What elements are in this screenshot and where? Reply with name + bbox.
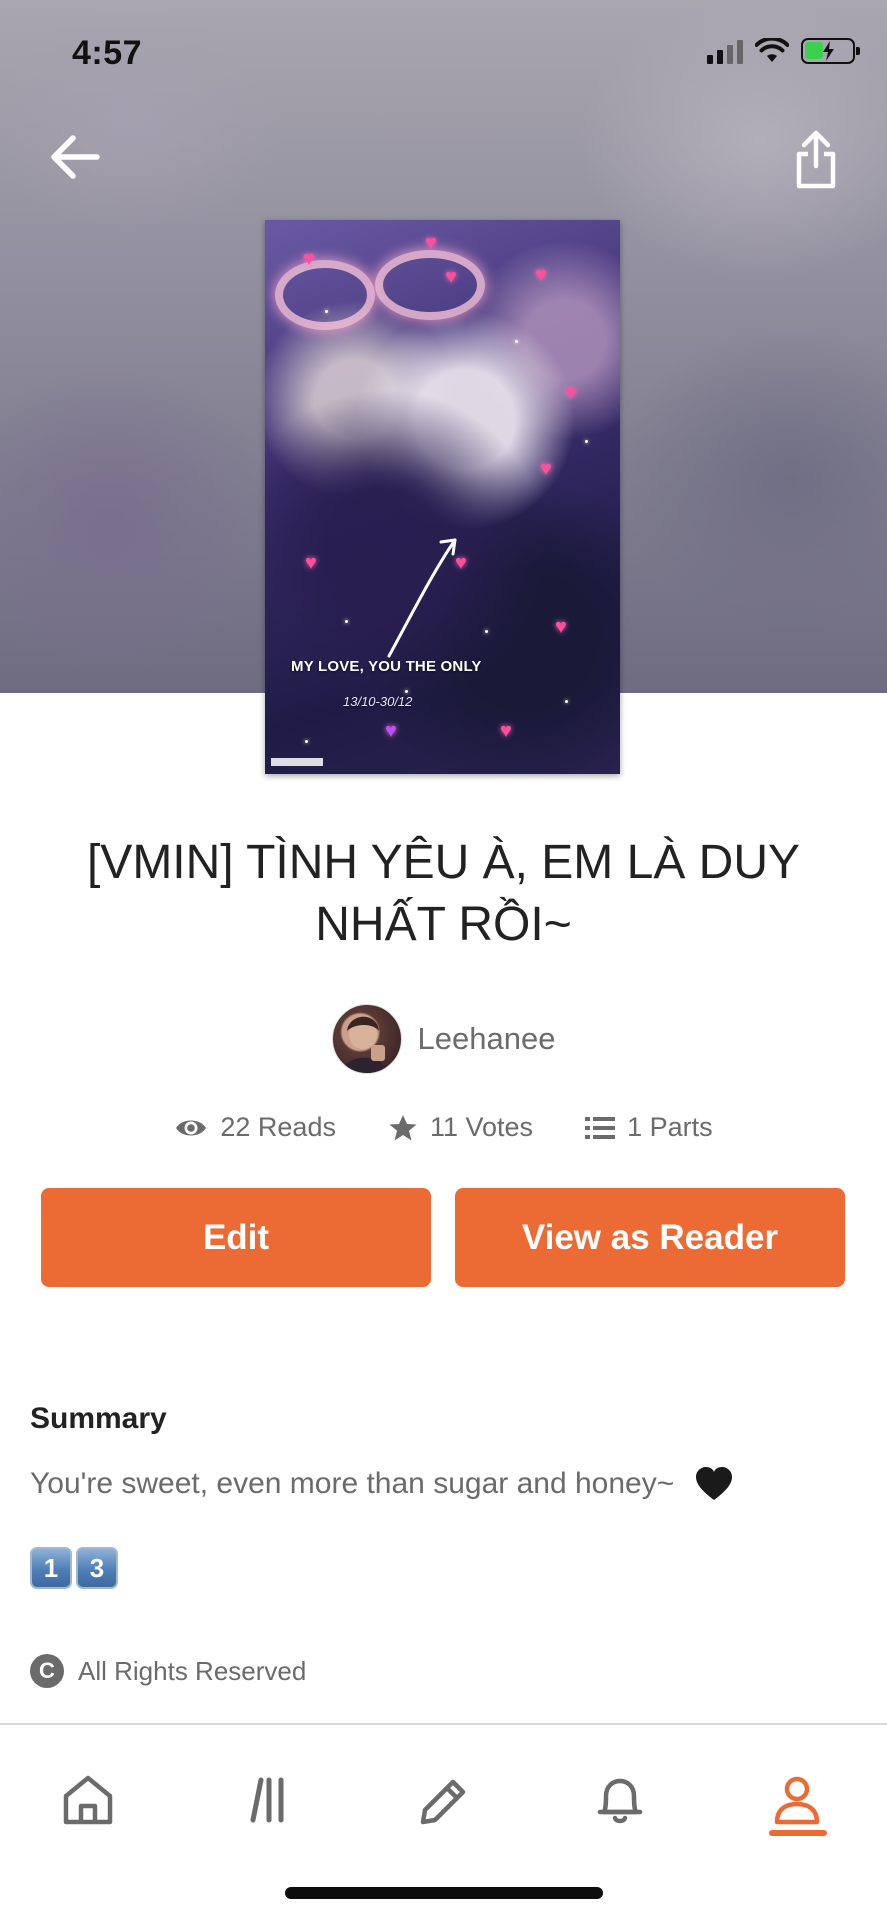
keycap-emojis: 1 3	[30, 1547, 118, 1589]
nav-write[interactable]	[398, 1755, 488, 1845]
summary-text: You're sweet, even more than sugar and h…	[30, 1467, 675, 1500]
cover-watermark	[271, 758, 323, 766]
home-icon	[63, 1775, 113, 1825]
back-button[interactable]	[40, 122, 110, 192]
cover-date: 13/10-30/12	[343, 694, 413, 709]
pencil-icon	[420, 1779, 466, 1825]
person-icon	[774, 1776, 820, 1825]
keycap-1: 1	[30, 1547, 72, 1589]
view-as-reader-button[interactable]: View as Reader	[455, 1188, 845, 1287]
author-row[interactable]: Leehanee	[0, 1004, 887, 1074]
edit-button[interactable]: Edit	[41, 1188, 431, 1287]
author-avatar[interactable]	[331, 1004, 402, 1074]
story-title: [VMIN] TÌNH YÊU À, EM LÀ DUY NHẤT RỒI~	[86, 836, 801, 951]
signal-icon	[707, 38, 743, 64]
votes-stat: 11 Votes	[388, 1112, 533, 1143]
reads-count: 22 Reads	[220, 1112, 336, 1142]
parts-stat: 1 Parts	[585, 1112, 713, 1143]
story-stats: 22 Reads 11 Votes 1 Parts	[0, 1112, 887, 1143]
black-heart-icon	[696, 1467, 733, 1500]
summary-text-row: You're sweet, even more than sugar and h…	[30, 1466, 734, 1502]
copyright-icon: C	[30, 1654, 64, 1688]
nav-notifications[interactable]	[575, 1755, 665, 1845]
home-indicator	[285, 1887, 603, 1899]
status-time: 4:57	[72, 34, 143, 72]
list-icon	[585, 1116, 616, 1139]
wifi-icon	[755, 38, 789, 62]
copyright-label: All Rights Reserved	[78, 1655, 307, 1686]
reads-stat: 22 Reads	[174, 1112, 336, 1143]
nav-library[interactable]	[222, 1755, 312, 1845]
keycap-3: 3	[76, 1547, 118, 1589]
story-cover-image[interactable]: ♥ ♥ ♥ ♥ ♥ ♥ ♥ ♥ ♥ ♥ ♥ MY LOVE, YOU THE O…	[265, 220, 620, 774]
share-button[interactable]	[781, 122, 851, 198]
star-icon	[389, 1114, 417, 1140]
status-icons	[707, 38, 860, 64]
share-icon	[796, 130, 836, 189]
status-bar: 4:57	[0, 0, 887, 110]
battery-icon	[801, 38, 860, 64]
bell-icon	[597, 1778, 643, 1824]
author-name[interactable]: Leehanee	[418, 1021, 556, 1057]
votes-count: 11 Votes	[429, 1112, 534, 1142]
nav-home[interactable]	[43, 1755, 133, 1845]
eye-icon	[176, 1120, 207, 1135]
parts-count: 1 Parts	[627, 1112, 713, 1142]
summary-heading: Summary	[30, 1402, 167, 1435]
active-tab-indicator	[769, 1830, 827, 1836]
library-icon	[250, 1777, 284, 1823]
copyright-row: C All Rights Reserved	[30, 1654, 306, 1688]
cover-caption: MY LOVE, YOU THE ONLY	[291, 658, 482, 675]
arrow-left-icon	[51, 135, 100, 179]
